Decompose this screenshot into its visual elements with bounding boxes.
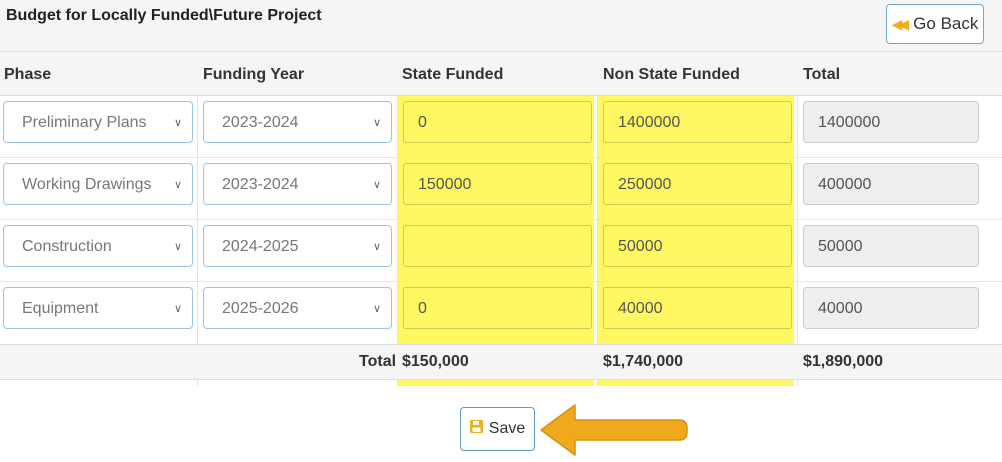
row-divider (0, 157, 1002, 158)
column-divider (797, 96, 798, 386)
row-divider (0, 219, 1002, 220)
save-button[interactable]: Save (460, 407, 535, 451)
non-state-funded-input[interactable]: 50000 (603, 225, 792, 267)
header-total: Total (803, 66, 841, 83)
non-state-funded-input[interactable]: 40000 (603, 287, 792, 329)
state-funded-input[interactable]: 0 (403, 287, 592, 329)
save-label: Save (488, 420, 526, 437)
state-funded-input[interactable]: 0 (403, 101, 592, 143)
state-funded-input[interactable]: 150000 (403, 163, 592, 205)
column-divider (597, 96, 598, 386)
header-phase: Phase (4, 66, 52, 83)
non-state-funded-input[interactable]: 1400000 (603, 101, 792, 143)
floppy-disk-icon (469, 420, 483, 438)
non-state-funded-total: $1,740,000 (603, 353, 684, 370)
header-non-state-funded: Non State Funded (603, 66, 740, 83)
fast-backward-icon: ◀◀ (891, 15, 909, 32)
pointer-arrow (540, 404, 688, 456)
panel-header: Budget for Locally Funded\Future Project… (0, 0, 1002, 52)
phase-value: Construction (22, 238, 112, 255)
funding-year-select[interactable]: 2023-2024 ∨ (203, 163, 392, 205)
funding-year-value: 2024-2025 (222, 238, 299, 255)
grand-total: $1,890,000 (803, 353, 884, 370)
chevron-down-icon: ∨ (173, 303, 182, 315)
chevron-down-icon: ∨ (173, 117, 182, 129)
funding-year-value: 2025-2026 (222, 300, 299, 317)
state-funded-total: $150,000 (402, 353, 469, 370)
funding-year-value: 2023-2024 (222, 114, 299, 131)
state-funded-input[interactable] (403, 225, 592, 267)
phase-select[interactable]: Preliminary Plans ∨ (3, 101, 193, 143)
funding-year-select[interactable]: 2024-2025 ∨ (203, 225, 392, 267)
phase-select[interactable]: Equipment ∨ (3, 287, 193, 329)
chevron-down-icon: ∨ (173, 241, 182, 253)
totals-row: Total $150,000 $1,740,000 $1,890,000 (0, 344, 1002, 380)
row-total-field: 50000 (803, 225, 979, 267)
column-divider (197, 96, 198, 386)
phase-value: Preliminary Plans (22, 114, 147, 131)
header-state-funded: State Funded (402, 66, 504, 83)
row-total-field: 400000 (803, 163, 979, 205)
row-total-field: 1400000 (803, 101, 979, 143)
chevron-down-icon: ∨ (372, 179, 381, 191)
non-state-funded-input[interactable]: 250000 (603, 163, 792, 205)
column-divider (397, 96, 398, 386)
chevron-down-icon: ∨ (372, 241, 381, 253)
go-back-button[interactable]: ◀◀ Go Back (886, 4, 984, 44)
header-funding-year: Funding Year (203, 66, 305, 83)
chevron-down-icon: ∨ (372, 117, 381, 129)
phase-value: Equipment (22, 300, 99, 317)
table-header: Phase Funding Year State Funded Non Stat… (0, 52, 1002, 96)
phase-select[interactable]: Working Drawings ∨ (3, 163, 193, 205)
chevron-down-icon: ∨ (372, 303, 381, 315)
funding-year-select[interactable]: 2023-2024 ∨ (203, 101, 392, 143)
page-title: Budget for Locally Funded\Future Project (6, 7, 322, 24)
row-total-field: 40000 (803, 287, 979, 329)
funding-year-select[interactable]: 2025-2026 ∨ (203, 287, 392, 329)
phase-value: Working Drawings (22, 176, 152, 193)
row-divider (0, 281, 1002, 282)
chevron-down-icon: ∨ (173, 179, 182, 191)
funding-year-value: 2023-2024 (222, 176, 299, 193)
totals-label: Total (359, 353, 397, 370)
go-back-label: Go Back (913, 14, 979, 33)
phase-select[interactable]: Construction ∨ (3, 225, 193, 267)
